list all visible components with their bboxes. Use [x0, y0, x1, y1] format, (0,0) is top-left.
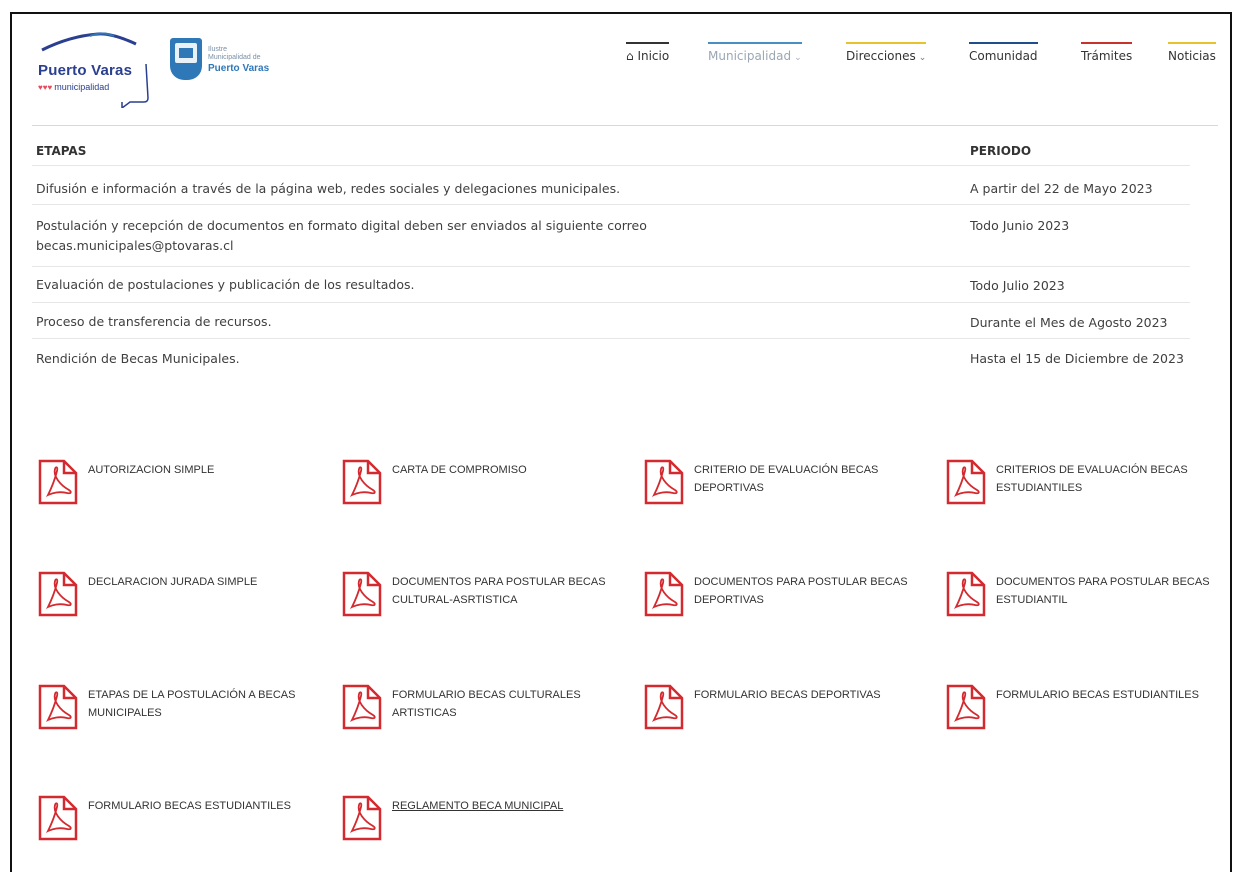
nav-label: Municipalidad	[708, 49, 792, 63]
logo-caption: Ilustre Municipalidad de	[208, 46, 261, 61]
logo-name: Puerto Varas	[208, 63, 270, 74]
nav-label: Direcciones	[846, 49, 916, 63]
document-link[interactable]: FORMULARIO BECAS ESTUDIANTILES	[946, 684, 1230, 744]
document-label[interactable]: REGLAMENTO BECA MUNICIPAL	[392, 797, 622, 815]
pdf-icon[interactable]	[644, 684, 684, 730]
nav-indicator	[708, 42, 802, 44]
document-label[interactable]: CARTA DE COMPROMISO	[392, 461, 622, 479]
document-label[interactable]: DOCUMENTOS PARA POSTULAR BECAS DEPORTIVA…	[694, 573, 924, 609]
nav-municipalidad[interactable]: Municipalidad ⌄	[708, 42, 802, 63]
table-cell-period: A partir del 22 de Mayo 2023	[970, 181, 1153, 196]
shield-icon	[170, 38, 202, 80]
nav-indicator	[846, 42, 927, 44]
table-header-period: PERIODO	[970, 144, 1032, 158]
pdf-icon[interactable]	[946, 684, 986, 730]
table-cell-stage: Rendición de Becas Municipales.	[36, 351, 240, 366]
row-divider	[32, 204, 1190, 205]
nav-label: Noticias	[1168, 49, 1216, 63]
table-cell-stage: Evaluación de postulaciones y publicació…	[36, 277, 415, 292]
row-divider	[32, 302, 1190, 303]
table-cell-stage: Difusión e información a través de la pá…	[36, 181, 621, 196]
document-link[interactable]: ETAPAS DE LA POSTULACIÓN A BECAS MUNICIP…	[38, 684, 328, 744]
nav-indicator	[1081, 42, 1133, 44]
document-link[interactable]: DOCUMENTOS PARA POSTULAR BECAS DEPORTIVA…	[644, 571, 934, 631]
table-cell-stage: Postulación y recepción de documentos en…	[36, 218, 647, 253]
header-divider	[32, 125, 1218, 126]
document-link[interactable]: FORMULARIO BECAS DEPORTIVAS	[644, 684, 934, 744]
document-label[interactable]: FORMULARIO BECAS ESTUDIANTILES	[996, 686, 1226, 704]
nav-label: Inicio	[637, 49, 670, 63]
pdf-icon[interactable]	[342, 459, 382, 505]
document-label[interactable]: FORMULARIO BECAS CULTURALES ARTISTICAS	[392, 686, 622, 722]
pdf-icon[interactable]	[342, 795, 382, 841]
pdf-icon[interactable]	[38, 684, 78, 730]
document-link[interactable]: FORMULARIO BECAS ESTUDIANTILES	[38, 795, 328, 855]
hearts-icon: ♥♥♥	[38, 83, 53, 92]
nav-tramites[interactable]: Trámites	[1081, 42, 1133, 63]
document-link[interactable]: CRITERIOS DE EVALUACIÓN BECAS ESTUDIANTI…	[946, 459, 1230, 519]
home-icon: ⌂	[626, 49, 634, 63]
nav-label: Comunidad	[969, 49, 1038, 63]
nav-indicator	[969, 42, 1038, 44]
pdf-icon[interactable]	[946, 571, 986, 617]
chevron-down-icon: ⌄	[918, 53, 927, 63]
mountain-icon	[41, 32, 137, 52]
document-label[interactable]: FORMULARIO BECAS DEPORTIVAS	[694, 686, 924, 704]
municipality-shield-logo[interactable]: Ilustre Municipalidad de Puerto Varas	[170, 36, 290, 96]
document-link[interactable]: REGLAMENTO BECA MUNICIPAL	[342, 795, 632, 855]
pdf-icon[interactable]	[38, 795, 78, 841]
table-cell-stage: Proceso de transferencia de recursos.	[36, 314, 272, 329]
logo-subtitle: ♥♥♥ municipalidad	[38, 82, 110, 92]
document-link[interactable]: DOCUMENTOS PARA POSTULAR BECAS ESTUDIANT…	[946, 571, 1230, 631]
logo-name: Puerto Varas	[38, 62, 133, 79]
row-divider	[32, 266, 1190, 267]
document-label[interactable]: DOCUMENTOS PARA POSTULAR BECAS CULTURAL-…	[392, 573, 622, 609]
page-frame: Puerto Varas ♥♥♥ municipalidad Ilustre Mu…	[10, 12, 1232, 872]
pdf-icon[interactable]	[946, 459, 986, 505]
nav-comunidad[interactable]: Comunidad	[969, 42, 1038, 63]
nav-indicator	[626, 42, 670, 44]
nav-label: Trámites	[1081, 49, 1133, 63]
pdf-icon[interactable]	[644, 459, 684, 505]
table-cell-period: Durante el Mes de Agosto 2023	[970, 315, 1168, 330]
pdf-icon[interactable]	[38, 459, 78, 505]
pdf-icon[interactable]	[342, 684, 382, 730]
nav-noticias[interactable]: Noticias	[1168, 42, 1216, 63]
row-divider	[32, 165, 1190, 166]
table-header-stages: ETAPAS	[36, 144, 87, 158]
document-label[interactable]: AUTORIZACION SIMPLE	[88, 461, 318, 479]
document-label[interactable]: CRITERIO DE EVALUACIÓN BECAS DEPORTIVAS	[694, 461, 924, 497]
document-label[interactable]: CRITERIOS DE EVALUACIÓN BECAS ESTUDIANTI…	[996, 461, 1226, 497]
document-label[interactable]: FORMULARIO BECAS ESTUDIANTILES	[88, 797, 318, 815]
document-label[interactable]: ETAPAS DE LA POSTULACIÓN A BECAS MUNICIP…	[88, 686, 318, 722]
pdf-icon[interactable]	[644, 571, 684, 617]
table-cell-period: Hasta el 15 de Diciembre de 2023	[970, 351, 1184, 366]
nav-indicator	[1168, 42, 1216, 44]
row-divider	[32, 338, 1190, 339]
chevron-down-icon: ⌄	[794, 53, 802, 63]
nav-direcciones[interactable]: Direcciones ⌄	[846, 42, 927, 63]
table-cell-period: Todo Julio 2023	[970, 278, 1065, 293]
document-label[interactable]: DECLARACION JURADA SIMPLE	[88, 573, 318, 591]
document-link[interactable]: DOCUMENTOS PARA POSTULAR BECAS CULTURAL-…	[342, 571, 632, 631]
document-label[interactable]: DOCUMENTOS PARA POSTULAR BECAS ESTUDIANT…	[996, 573, 1226, 609]
pdf-icon[interactable]	[38, 571, 78, 617]
document-link[interactable]: DECLARACION JURADA SIMPLE	[38, 571, 328, 631]
pdf-icon[interactable]	[342, 571, 382, 617]
table-cell-period: Todo Junio 2023	[970, 218, 1070, 233]
document-link[interactable]: AUTORIZACION SIMPLE	[38, 459, 328, 519]
puerto-varas-logo[interactable]: Puerto Varas ♥♥♥ municipalidad	[34, 28, 154, 108]
document-link[interactable]: CRITERIO DE EVALUACIÓN BECAS DEPORTIVAS	[644, 459, 934, 519]
document-link[interactable]: FORMULARIO BECAS CULTURALES ARTISTICAS	[342, 684, 632, 744]
document-link[interactable]: CARTA DE COMPROMISO	[342, 459, 632, 519]
nav-inicio[interactable]: ⌂ Inicio	[626, 42, 670, 63]
